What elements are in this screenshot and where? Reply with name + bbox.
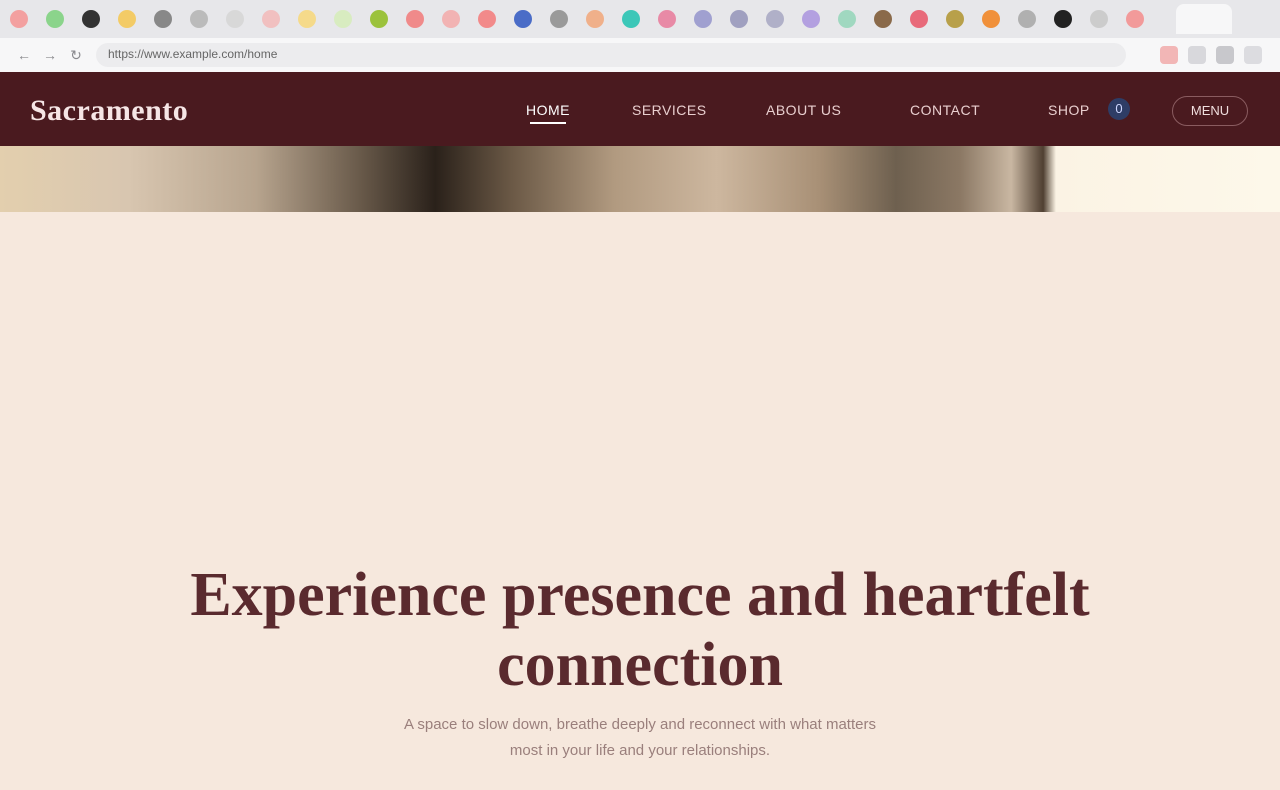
browser-tab-favicon[interactable] (874, 10, 892, 28)
browser-tab-favicon[interactable] (406, 10, 424, 28)
hero-subtitle: A space to slow down, breathe deeply and… (404, 716, 876, 759)
cart-icon[interactable]: 0 (1108, 98, 1130, 120)
browser-tab-favicon[interactable] (370, 10, 388, 28)
browser-tab-favicon[interactable] (622, 10, 640, 28)
browser-tab-favicon[interactable] (802, 10, 820, 28)
browser-tab-favicon[interactable] (334, 10, 352, 28)
address-bar[interactable]: https://www.example.com/home (96, 43, 1126, 67)
browser-tab-favicon[interactable] (226, 10, 244, 28)
menu-icon[interactable] (1244, 46, 1262, 64)
nav-contact[interactable]: CONTACT (910, 102, 980, 118)
extension-icon[interactable] (1160, 46, 1178, 64)
active-tab[interactable] (1176, 4, 1232, 34)
browser-tab-favicon[interactable] (478, 10, 496, 28)
browser-chrome: ← → ↻ https://www.example.com/home (0, 0, 1280, 72)
browser-tab-favicon[interactable] (1018, 10, 1036, 28)
active-nav-indicator (530, 122, 566, 124)
browser-tab-favicon[interactable] (442, 10, 460, 28)
tab-strip (0, 0, 1280, 38)
hero-image (0, 146, 1280, 212)
browser-tab-favicon[interactable] (10, 10, 28, 28)
browser-tab-favicon[interactable] (1126, 10, 1144, 28)
browser-tab-favicon[interactable] (82, 10, 100, 28)
browser-tab-favicon[interactable] (46, 10, 64, 28)
browser-tab-favicon[interactable] (1054, 10, 1072, 28)
site-logo[interactable]: Sacramento (30, 94, 188, 128)
back-icon[interactable]: ← (14, 45, 34, 65)
menu-button[interactable]: MENU (1172, 96, 1248, 126)
browser-tab-favicon[interactable] (694, 10, 712, 28)
browser-tab-favicon[interactable] (118, 10, 136, 28)
browser-tab-favicon[interactable] (982, 10, 1000, 28)
browser-tab-favicon[interactable] (298, 10, 316, 28)
browser-tab-favicon[interactable] (550, 10, 568, 28)
browser-tab-favicon[interactable] (910, 10, 928, 28)
browser-tab-favicon[interactable] (262, 10, 280, 28)
profile-icon[interactable] (1216, 46, 1234, 64)
browser-toolbar: ← → ↻ https://www.example.com/home (0, 38, 1280, 72)
nav-services[interactable]: SERVICES (632, 102, 707, 118)
nav-about[interactable]: ABOUT US (766, 102, 841, 118)
browser-tab-favicon[interactable] (946, 10, 964, 28)
nav-shop[interactable]: SHOP (1048, 102, 1090, 118)
browser-tab-favicon[interactable] (658, 10, 676, 28)
browser-tab-favicon[interactable] (730, 10, 748, 28)
browser-tab-favicon[interactable] (1090, 10, 1108, 28)
forward-icon[interactable]: → (40, 45, 60, 65)
nav-home[interactable]: HOME (526, 102, 570, 118)
browser-tab-favicon[interactable] (154, 10, 172, 28)
url-text: https://www.example.com/home (108, 47, 278, 61)
browser-tab-favicon[interactable] (586, 10, 604, 28)
reload-icon[interactable]: ↻ (66, 45, 86, 65)
site-header: Sacramento HOME SERVICES ABOUT US CONTAC… (0, 72, 1280, 146)
browser-tab-favicon[interactable] (190, 10, 208, 28)
browser-tab-favicon[interactable] (766, 10, 784, 28)
browser-tab-favicon[interactable] (514, 10, 532, 28)
extension-icon[interactable] (1188, 46, 1206, 64)
browser-tab-favicon[interactable] (838, 10, 856, 28)
hero-title: Experience presence and heartfelt connec… (190, 561, 1090, 699)
